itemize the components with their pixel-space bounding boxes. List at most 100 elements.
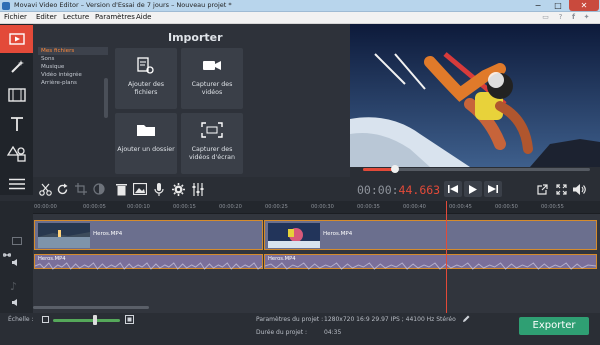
minimize-button[interactable]: −	[528, 0, 548, 11]
seek-bar[interactable]	[363, 165, 590, 173]
sidebar-item-titles[interactable]	[0, 110, 33, 138]
image-button[interactable]	[131, 180, 149, 198]
equalizer-button[interactable]	[189, 180, 207, 198]
zoom-slider-knob[interactable]	[92, 315, 97, 325]
timeline-ruler[interactable]: 00:00:00 00:00:05 00:00:10 00:00:15 00:0…	[33, 201, 600, 214]
menu-lecture[interactable]: Lecture	[63, 13, 89, 21]
capture-video-button[interactable]: Capturer des vidéos	[181, 48, 243, 109]
ruler-tick: 00:00:15	[173, 204, 196, 210]
gear-icon	[171, 182, 185, 196]
twitter-icon[interactable]: ✦	[582, 13, 591, 22]
window-title: Movavi Video Editor – Version d'Essai de…	[14, 1, 232, 9]
add-files-button[interactable]: Ajouter des fichiers	[115, 48, 177, 109]
shapes-icon	[6, 146, 26, 162]
menu-fichier[interactable]: Fichier	[4, 13, 27, 21]
sidebar-item-import[interactable]	[0, 25, 33, 53]
menu-editer[interactable]: Editer	[36, 13, 57, 21]
previous-button[interactable]	[444, 181, 462, 197]
video-clip[interactable]: Heros.MP4	[34, 220, 263, 250]
external-link-icon	[536, 183, 548, 195]
ruler-tick: 00:00:20	[219, 204, 242, 210]
audio-track-volume-icon[interactable]	[12, 259, 21, 266]
next-button[interactable]	[484, 181, 502, 197]
sidebar-item-filters[interactable]	[0, 81, 33, 109]
crop-icon	[75, 183, 87, 195]
audio-clip[interactable]: Heros.MP4	[264, 254, 597, 270]
category-arriere-plans[interactable]: Arrière-plans	[38, 79, 108, 87]
ruler-tick: 00:00:00	[34, 204, 57, 210]
ruler-tick: 00:00:10	[127, 204, 150, 210]
screen-capture-button[interactable]: Capturer des vidéos d'écran	[181, 113, 243, 174]
category-video-integree[interactable]: Vidéo intégrée	[38, 71, 108, 79]
equalizer-icon	[192, 182, 204, 196]
zoom-in-icon[interactable]	[125, 315, 134, 324]
menu-aide[interactable]: Aide	[136, 13, 151, 21]
timecode-display: 00:00:44.663	[357, 183, 440, 197]
record-audio-button[interactable]	[150, 180, 168, 198]
duration-value: 04:35	[324, 329, 342, 336]
trash-icon	[115, 183, 127, 195]
seek-knob[interactable]	[390, 165, 399, 173]
timecode-static: 00:00:	[357, 183, 399, 197]
timeline-scrollbar[interactable]	[33, 306, 149, 309]
importer-title: Importer	[168, 31, 223, 44]
image-icon	[133, 183, 147, 195]
track-headers: ♪	[0, 201, 33, 313]
help-icon[interactable]: ?	[556, 13, 565, 22]
panel-resize-handle[interactable]	[104, 78, 108, 118]
menu-parametres[interactable]: Paramètres	[95, 13, 135, 21]
ruler-tick: 00:00:50	[495, 204, 518, 210]
cut-button[interactable]	[36, 180, 54, 198]
crop-button[interactable]	[72, 180, 90, 198]
category-musique[interactable]: Musique	[38, 63, 108, 71]
magic-wand-icon	[10, 60, 24, 73]
add-files-label: Ajouter des fichiers	[128, 81, 164, 96]
fullscreen-icon	[555, 183, 567, 195]
project-params-value: 1280x720 16:9 29.97 IPS ; 44100 Hz Stéré…	[324, 316, 456, 323]
camera-icon	[203, 61, 221, 70]
ruler-tick: 00:00:30	[311, 204, 334, 210]
export-frame-button[interactable]	[534, 181, 550, 197]
edit-toolbar	[33, 177, 350, 201]
video-clip[interactable]: Heros.MP4	[264, 220, 597, 250]
pencil-icon[interactable]	[462, 315, 470, 323]
ruler-tick: 00:00:25	[265, 204, 288, 210]
zoom-out-icon[interactable]	[42, 316, 49, 323]
audio-clip[interactable]: Heros.MP4	[34, 254, 263, 270]
export-button[interactable]: Exporter	[519, 317, 589, 335]
app-logo-icon	[2, 2, 10, 10]
sidebar-item-more[interactable]	[0, 170, 33, 198]
timecode-live: 44.663	[398, 183, 441, 197]
preview-frame-image	[350, 24, 600, 167]
ruler-tick: 00:00:55	[541, 204, 564, 210]
settings-button[interactable]	[169, 180, 187, 198]
volume-button[interactable]	[572, 181, 588, 197]
audio-waveform	[35, 262, 262, 270]
delete-button[interactable]	[112, 180, 130, 198]
music-track-volume-icon[interactable]	[12, 299, 21, 306]
facebook-icon[interactable]: f	[569, 13, 578, 22]
cut-icon	[38, 183, 52, 196]
ruler-tick: 00:00:05	[83, 204, 106, 210]
add-folder-button[interactable]: Ajouter un dossier	[115, 113, 177, 174]
skip-forward-icon	[488, 185, 498, 193]
sidebar-item-effects[interactable]	[0, 53, 33, 81]
video-preview[interactable]	[350, 24, 600, 167]
playhead[interactable]	[446, 201, 447, 313]
screen-icon[interactable]: ▭	[541, 13, 550, 22]
screen-capture-label: Capturer des vidéos d'écran	[189, 146, 235, 161]
close-button[interactable]: ✕	[569, 0, 599, 11]
category-mes-fichiers[interactable]: Mes fichiers	[38, 47, 108, 55]
category-sons[interactable]: Sons	[38, 55, 108, 63]
link-icon[interactable]	[3, 252, 11, 258]
play-button[interactable]	[464, 181, 482, 197]
app-window: Movavi Video Editor – Version d'Essai de…	[0, 0, 600, 345]
color-button[interactable]	[90, 180, 108, 198]
zoom-slider[interactable]	[53, 319, 120, 322]
fullscreen-button[interactable]	[553, 181, 569, 197]
sidebar-item-shapes[interactable]	[0, 140, 33, 168]
rotate-button[interactable]	[53, 180, 71, 198]
maximize-button[interactable]: □	[548, 0, 568, 11]
timeline-tracks: Heros.MP4 Heros.MP4 Heros.MP4 Heros.MP4	[33, 214, 600, 313]
audio-waveform	[265, 262, 596, 270]
